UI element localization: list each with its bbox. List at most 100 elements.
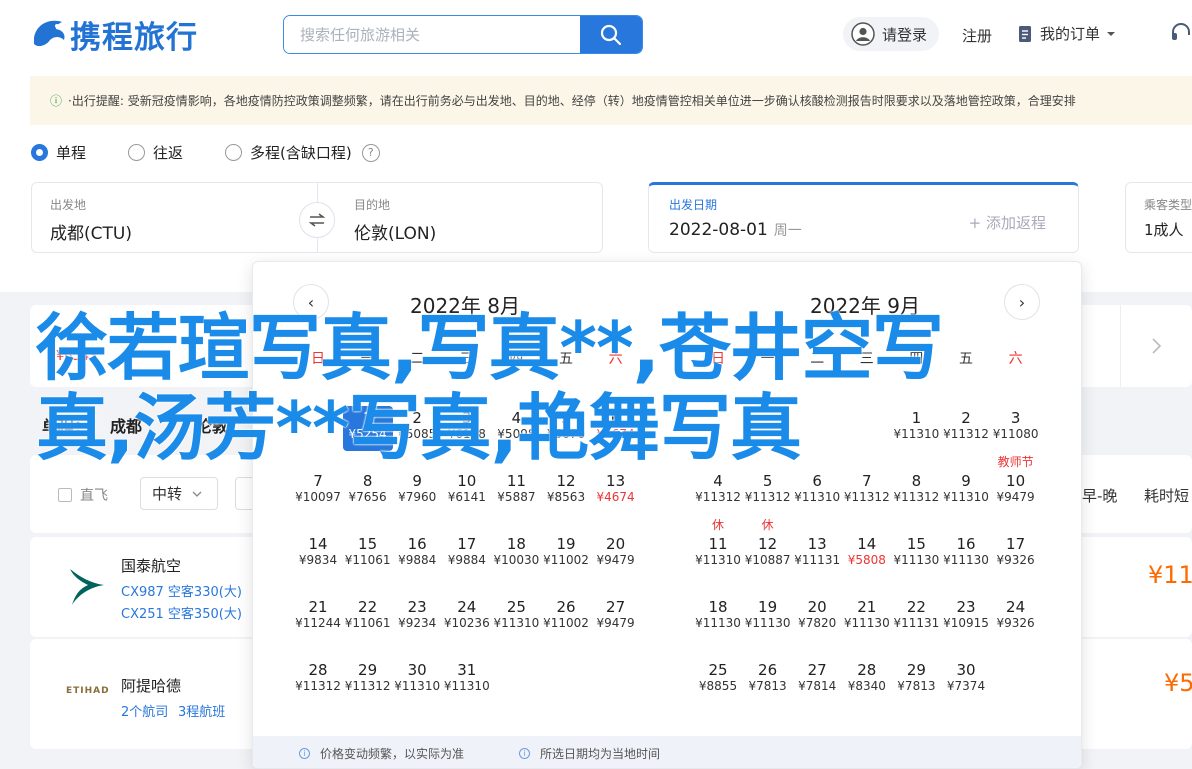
calendar-day[interactable]: 13 ¥4674 — [591, 469, 641, 514]
login-button[interactable]: 请登录 — [843, 17, 939, 51]
day-number: 25 — [506, 598, 526, 616]
calendar-day[interactable]: 25 ¥11310 — [491, 595, 541, 640]
add-return-button[interactable]: + 添加返程 — [969, 212, 1046, 233]
calendar-day[interactable]: 17 ¥9884 — [442, 532, 492, 577]
swap-cities-button[interactable] — [299, 202, 335, 238]
calendar-day[interactable]: 4 ¥5098 — [491, 406, 541, 451]
calendar-day[interactable]: 7 ¥11312 — [842, 469, 892, 514]
calendar-day[interactable]: 2 ¥11312 — [941, 406, 991, 451]
calendar-day[interactable]: 28 ¥8340 — [842, 658, 892, 703]
weekday-header: 六 — [1008, 351, 1023, 367]
calendar-day[interactable]: 8 ¥7656 — [343, 469, 393, 514]
flight-info-1: CX987 空客330(大) — [121, 585, 242, 600]
destination-field[interactable]: 目的地 伦敦(LON) — [317, 182, 603, 253]
calendar-day[interactable]: 16 ¥11130 — [941, 532, 991, 577]
calendar-day[interactable]: 23 ¥9234 — [392, 595, 442, 640]
prev-month-button[interactable]: ‹ — [293, 284, 329, 320]
calendar-day[interactable]: 休 12 ¥10887 — [743, 518, 793, 577]
calendar-day[interactable]: 3 ¥11080 — [991, 406, 1041, 451]
calendar-day[interactable]: 27 ¥9479 — [591, 595, 641, 640]
radio-one-way[interactable]: 单程 — [31, 142, 86, 163]
departure-field[interactable]: 出发地 成都(CTU) — [31, 182, 319, 253]
day-price: ¥9479 — [596, 553, 635, 567]
calendar-day[interactable]: 3 ¥6198 — [442, 406, 492, 451]
calendar-day[interactable]: 24 ¥10236 — [442, 595, 492, 640]
nonstop-checkbox[interactable]: 直飞 — [58, 485, 108, 505]
calendar-day[interactable]: 25 ¥8855 — [693, 658, 743, 703]
search-input[interactable] — [284, 16, 580, 53]
weekday-header: 日 — [311, 351, 325, 367]
help-icon[interactable]: ? — [361, 143, 380, 162]
calendar-day[interactable]: 22 ¥11061 — [343, 595, 393, 640]
day-price: ¥11310 — [893, 427, 940, 441]
calendar-day[interactable]: 21 ¥11244 — [293, 595, 343, 640]
sort-shortest[interactable]: 耗时短 — [1144, 485, 1189, 506]
register-link[interactable]: 注册 — [962, 25, 992, 46]
calendar-day[interactable]: 15 ¥11061 — [343, 532, 393, 577]
flight-info-1: 2个航司 — [121, 705, 169, 720]
calendar-day[interactable]: 22 ¥11131 — [891, 595, 941, 640]
calendar-day[interactable]: 5 ¥11312 — [743, 469, 793, 514]
calendar-day[interactable]: 5 ¥5670 — [541, 406, 591, 451]
calendar-day[interactable]: 8 ¥11312 — [891, 469, 941, 514]
transfer-filter[interactable]: 中转 — [140, 477, 218, 510]
calendar-day[interactable]: 28 ¥11312 — [293, 658, 343, 703]
calendar-day[interactable]: 14 ¥9834 — [293, 532, 343, 577]
day-price: ¥7814 — [798, 679, 837, 693]
calendar-day[interactable]: 29 ¥11312 — [343, 658, 393, 703]
calendar-day[interactable]: 休 11 ¥11310 — [693, 518, 743, 577]
calendar-day[interactable]: 26 ¥7813 — [743, 658, 793, 703]
calendar-day[interactable]: 7 ¥10097 — [293, 469, 343, 514]
radio-multi-city[interactable]: 多程(含缺口程) — [225, 142, 352, 163]
day-price: ¥11310 — [394, 679, 441, 693]
calendar-day[interactable]: 21 ¥11130 — [842, 595, 892, 640]
sort-early-late[interactable]: 早-晚 — [1082, 485, 1117, 506]
calendar-day[interactable]: 12 ¥8563 — [541, 469, 591, 514]
calendar-day[interactable]: 19 ¥11130 — [743, 595, 793, 640]
calendar-day[interactable]: 17 ¥9326 — [991, 532, 1041, 577]
calendar-day[interactable]: 14 ¥5808 — [842, 532, 892, 577]
day-price: ¥9326 — [996, 553, 1035, 567]
calendar-day[interactable]: 15 ¥11130 — [891, 532, 941, 577]
departure-date-field[interactable]: 出发日期 2022-08-01 周一 + 添加返程 — [648, 182, 1079, 253]
calendar-day[interactable]: 10 ¥6141 — [442, 469, 492, 514]
calendar-day[interactable]: 6 ¥4674 — [591, 406, 641, 451]
calendar-day[interactable]: 24 ¥9326 — [991, 595, 1041, 640]
calendar-day[interactable]: 教师节 10 ¥9479 — [991, 455, 1041, 514]
calendar-day[interactable]: 27 ¥7814 — [792, 658, 842, 703]
calendar-day[interactable]: 13 ¥11131 — [792, 532, 842, 577]
calendar-day[interactable]: 19 ¥11002 — [541, 532, 591, 577]
calendar-day[interactable]: 18 ¥10030 — [491, 532, 541, 577]
ctrip-logo[interactable]: 携程旅行 — [30, 14, 198, 56]
calendar-day[interactable]: 9 ¥7960 — [392, 469, 442, 514]
calendar-day[interactable]: 9 ¥11310 — [941, 469, 991, 514]
calendar-day[interactable]: 31 ¥11310 — [442, 658, 492, 703]
calendar-day[interactable]: 11 ¥5887 — [491, 469, 541, 514]
passenger-type-field[interactable]: 乘客类型 1成人 — [1125, 182, 1192, 253]
calendar-day[interactable]: 2 ¥5085 — [392, 406, 442, 451]
calendar-day[interactable]: 29 ¥7813 — [891, 658, 941, 703]
search-button[interactable] — [580, 16, 642, 53]
calendar-day[interactable]: 30 ¥7374 — [941, 658, 991, 703]
calendar-day[interactable]: 20 ¥9479 — [591, 532, 641, 577]
calendar-day[interactable]: 26 ¥11002 — [541, 595, 591, 640]
radio-dot — [128, 144, 146, 161]
next-month-button[interactable]: › — [1004, 284, 1040, 320]
calendar-day[interactable]: 1 ¥11310 — [891, 406, 941, 451]
radio-round-trip[interactable]: 往返 — [128, 142, 183, 163]
calendar-day[interactable]: 18 ¥11130 — [693, 595, 743, 640]
customer-service-button[interactable] — [1170, 22, 1192, 48]
calendar-day[interactable]: 30 ¥11310 — [392, 658, 442, 703]
footer-note-text: 价格变动频繁，以实际为准 — [320, 747, 465, 761]
weekday-header: 二 — [810, 351, 825, 367]
calendar-day[interactable]: 20 ¥7820 — [792, 595, 842, 640]
calendar-day[interactable]: 1 ¥5254 — [342, 406, 393, 451]
calendar-day[interactable]: 6 ¥11310 — [792, 469, 842, 514]
departure-label: 出发地 — [50, 198, 87, 212]
my-orders-menu[interactable]: 我的订单 — [1018, 23, 1116, 44]
calendar-day[interactable]: 4 ¥11312 — [693, 469, 743, 514]
chevron-right-icon[interactable] — [1150, 337, 1164, 355]
day-price: ¥5887 — [497, 490, 536, 504]
calendar-day[interactable]: 16 ¥9884 — [392, 532, 442, 577]
calendar-day[interactable]: 23 ¥10915 — [941, 595, 991, 640]
